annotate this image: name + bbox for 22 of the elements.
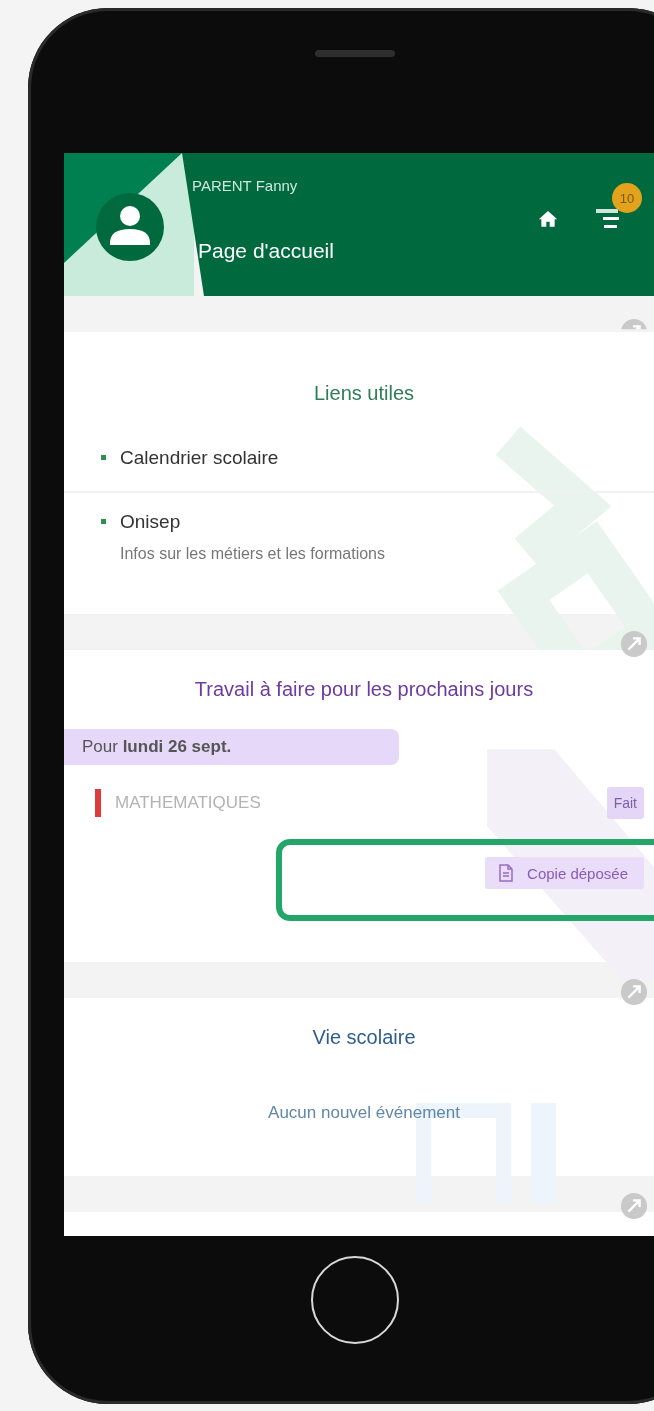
link-description: Infos sur les métiers et les formations (120, 545, 385, 563)
bullet-icon (101, 519, 106, 524)
submission-tag[interactable]: Copie déposée (485, 857, 644, 889)
date-banner: Pour lundi 26 sept. (64, 729, 399, 765)
document-icon (499, 864, 514, 882)
expand-icon[interactable] (620, 1192, 648, 1220)
expand-icon[interactable] (620, 978, 648, 1006)
avatar-icon (94, 191, 166, 263)
status-tag: Fait (606, 787, 644, 819)
link[interactable]: Onisep (120, 511, 385, 533)
section-title: Travail à faire pour les prochains jours (193, 677, 535, 701)
section-title: Liens utiles (312, 381, 416, 405)
empty-message: Aucun nouvel événement (267, 1103, 461, 1123)
section-title: Vie scolaire (311, 1025, 417, 1049)
expand-icon[interactable] (620, 630, 648, 658)
page-title: Page d'accueil (198, 239, 334, 263)
bullet-icon (101, 455, 106, 460)
subject-name: MATHEMATIQUES (115, 793, 262, 813)
home-button[interactable] (311, 1256, 399, 1344)
link[interactable]: Calendrier scolaire (120, 447, 279, 469)
user-name: PARENT Fanny (192, 177, 298, 194)
home-icon[interactable] (538, 209, 558, 228)
